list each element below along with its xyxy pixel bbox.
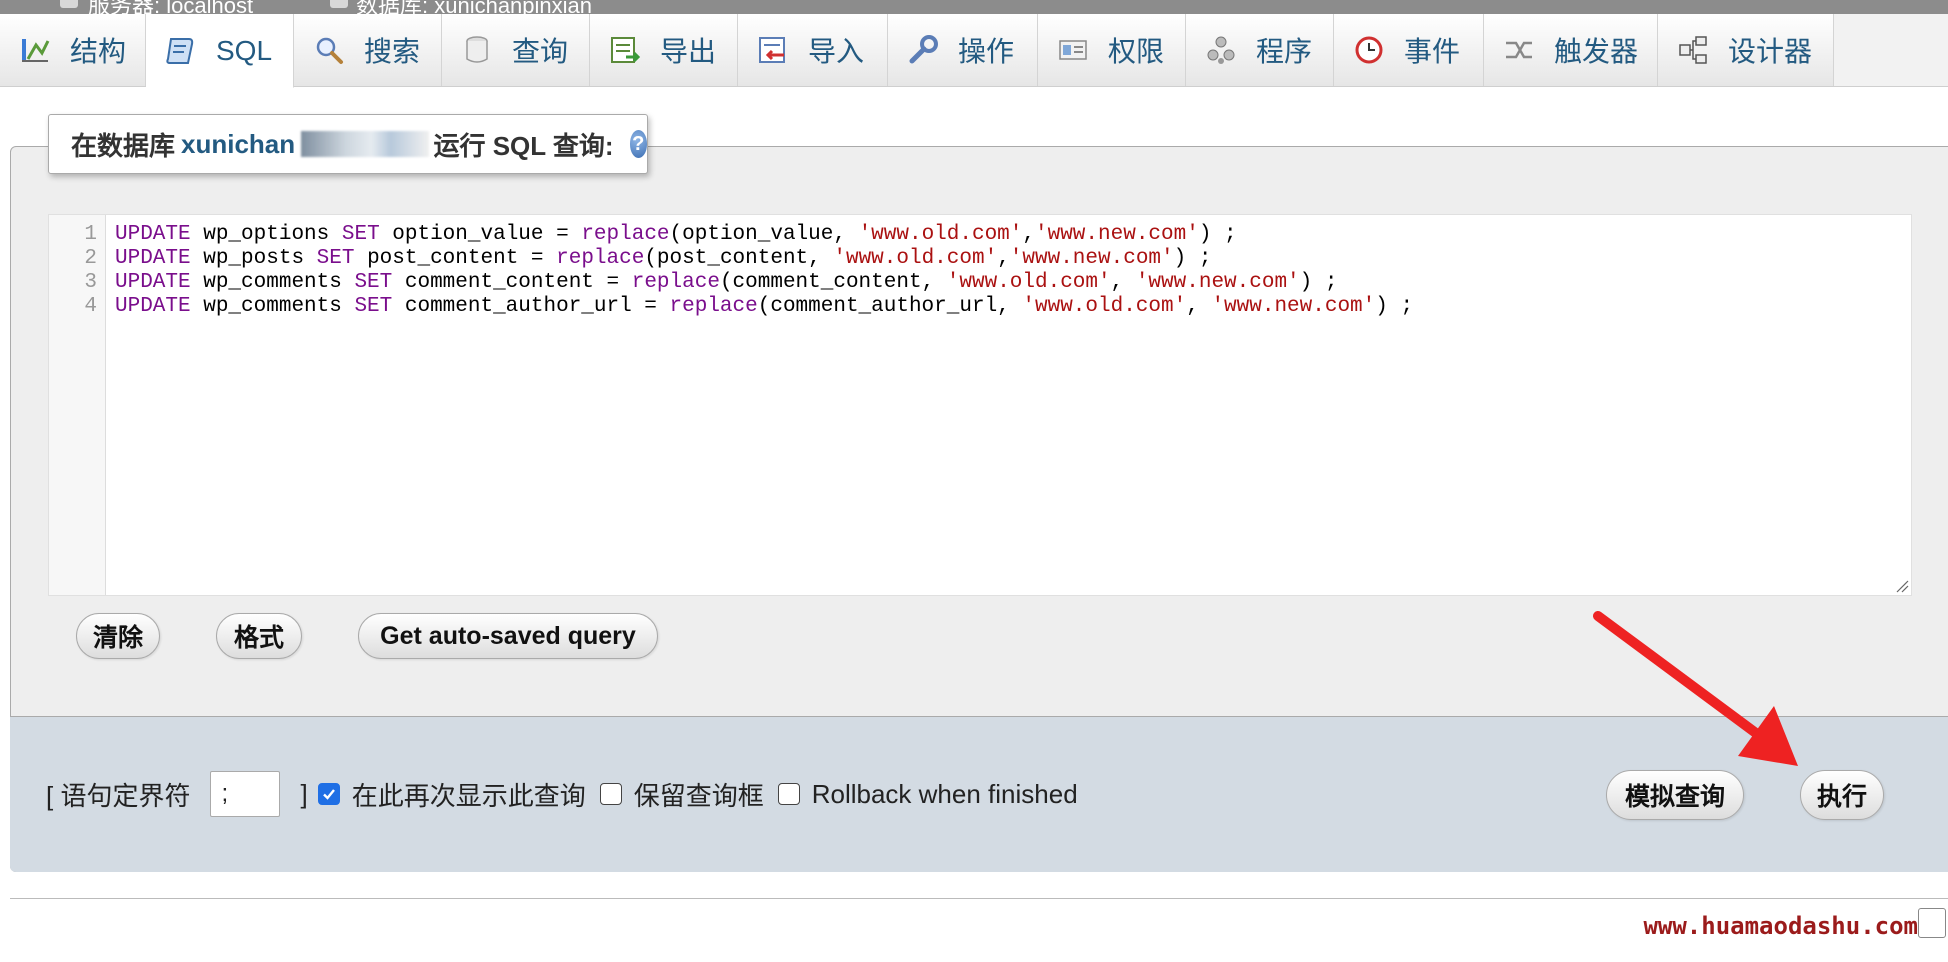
tab-2[interactable]: SQL — [146, 14, 294, 88]
simulate-query-button[interactable]: 模拟查询 — [1606, 770, 1744, 820]
retain-query-box-label[interactable]: 保留查询框 — [634, 776, 764, 813]
tab-label: 设计器 — [1728, 36, 1813, 67]
legend-suffix: 运行 SQL 查询: — [433, 130, 614, 161]
privileges-icon — [1056, 33, 1090, 67]
get-auto-saved-query-button[interactable]: Get auto-saved query — [358, 613, 658, 659]
show-query-again-label[interactable]: 在此再次显示此查询 — [352, 776, 586, 813]
triggers-icon — [1502, 33, 1536, 67]
tab-label: 触发器 — [1554, 36, 1639, 67]
tab-7[interactable]: 操作 — [888, 14, 1038, 86]
routines-icon — [1204, 33, 1238, 67]
tab-5[interactable]: 导出 — [590, 14, 738, 86]
annotation-arrow-icon — [1593, 611, 1798, 766]
tab-label: 导出 — [660, 36, 717, 67]
import-icon — [756, 33, 790, 67]
tab-label: 结构 — [70, 36, 127, 67]
code-line[interactable]: 2 UPDATE wp_posts SET post_content = repl… — [49, 247, 1911, 271]
code-text[interactable]: UPDATE wp_options SET option_value = rep… — [115, 223, 1237, 247]
tab-label: 权限 — [1108, 36, 1165, 67]
rollback-label[interactable]: Rollback when finished — [812, 779, 1078, 810]
delimiter-label: [ 语句定界符 — [46, 780, 191, 811]
designer-icon — [1676, 33, 1710, 67]
tab-label: 导入 — [808, 36, 865, 67]
tab-8[interactable]: 权限 — [1038, 14, 1186, 86]
go-button[interactable]: 执行 — [1800, 770, 1884, 820]
search-icon — [312, 33, 346, 67]
line-number: 3 — [84, 271, 97, 294]
tab-1[interactable]: 结构 — [0, 14, 146, 86]
sql-editor[interactable]: 1 UPDATE wp_options SET option_value = re… — [48, 214, 1912, 596]
line-number: 4 — [84, 295, 97, 318]
code-text[interactable]: UPDATE wp_posts SET post_content = repla… — [115, 247, 1211, 271]
query-options-row: [ 语句定界符 ] 在此再次显示此查询 保留查询框 Rollback when … — [46, 768, 1078, 820]
tab-label: 搜索 — [364, 36, 421, 67]
rollback-checkbox[interactable] — [777, 783, 800, 805]
tab-label: SQL — [216, 34, 273, 66]
breadcrumb-database[interactable]: 数据库: xunichanpinxian — [356, 0, 592, 14]
help-icon[interactable]: ? — [629, 130, 647, 158]
checkmark-icon — [322, 789, 335, 800]
tab-4[interactable]: 查询 — [442, 14, 590, 86]
breadcrumb-server[interactable]: 服务器: localhost — [88, 0, 253, 14]
code-text[interactable]: UPDATE wp_comments SET comment_author_ur… — [115, 295, 1413, 319]
export-icon — [608, 33, 642, 67]
database-icon — [330, 0, 348, 8]
breadcrumb: 服务器: localhost 数据库: xunichanpinxian — [0, 0, 1948, 14]
code-text[interactable]: UPDATE wp_comments SET comment_content =… — [115, 271, 1337, 295]
query-icon — [460, 33, 494, 67]
redacted-database-name — [301, 131, 430, 157]
database-name[interactable]: xunichan — [181, 129, 295, 160]
tab-label: 事件 — [1404, 36, 1461, 67]
delimiter-label-close: ] — [300, 778, 308, 809]
tab-11[interactable]: 触发器 — [1484, 14, 1658, 86]
tab-label: 操作 — [958, 36, 1015, 67]
code-line[interactable]: 1 UPDATE wp_options SET option_value = re… — [49, 223, 1911, 247]
tab-label: 程序 — [1256, 36, 1313, 67]
tab-10[interactable]: 事件 — [1334, 14, 1484, 86]
tab-bar: 结构 SQL 搜索 查询 导出 导入 操作 权限 程序 事件 触发器 设计器 — [0, 14, 1948, 88]
line-number: 1 — [84, 223, 97, 246]
tab-12[interactable]: 设计器 — [1658, 14, 1834, 86]
code-lines[interactable]: 1 UPDATE wp_options SET option_value = re… — [49, 223, 1911, 319]
line-number: 2 — [84, 247, 97, 270]
sql-query-legend: 在数据库 xunichan 运行 SQL 查询: ? — [48, 114, 648, 174]
tab-3[interactable]: 搜索 — [294, 14, 442, 86]
watermark: www.huamaodashu.com — [1643, 912, 1918, 940]
resize-handle-icon[interactable] — [1895, 579, 1909, 593]
retain-query-box-checkbox[interactable] — [599, 783, 622, 805]
clock-icon — [1352, 33, 1386, 67]
structure-icon — [18, 33, 52, 67]
clear-button[interactable]: 清除 — [76, 613, 160, 659]
code-line[interactable]: 3 UPDATE wp_comments SET comment_content … — [49, 271, 1911, 295]
divider — [10, 898, 1948, 899]
tab-9[interactable]: 程序 — [1186, 14, 1334, 86]
format-button[interactable]: 格式 — [216, 613, 302, 659]
server-icon — [60, 0, 78, 8]
delimiter-input[interactable] — [210, 771, 281, 817]
tab-label: 查询 — [512, 36, 569, 67]
legend-prefix: 在数据库 — [71, 130, 176, 161]
tab-6[interactable]: 导入 — [738, 14, 888, 86]
window-icon — [1918, 908, 1946, 938]
sql-scroll-icon — [164, 34, 198, 68]
show-query-again-checkbox[interactable] — [317, 783, 340, 805]
wrench-icon — [906, 33, 940, 67]
code-line[interactable]: 4 UPDATE wp_comments SET comment_author_u… — [49, 295, 1911, 319]
